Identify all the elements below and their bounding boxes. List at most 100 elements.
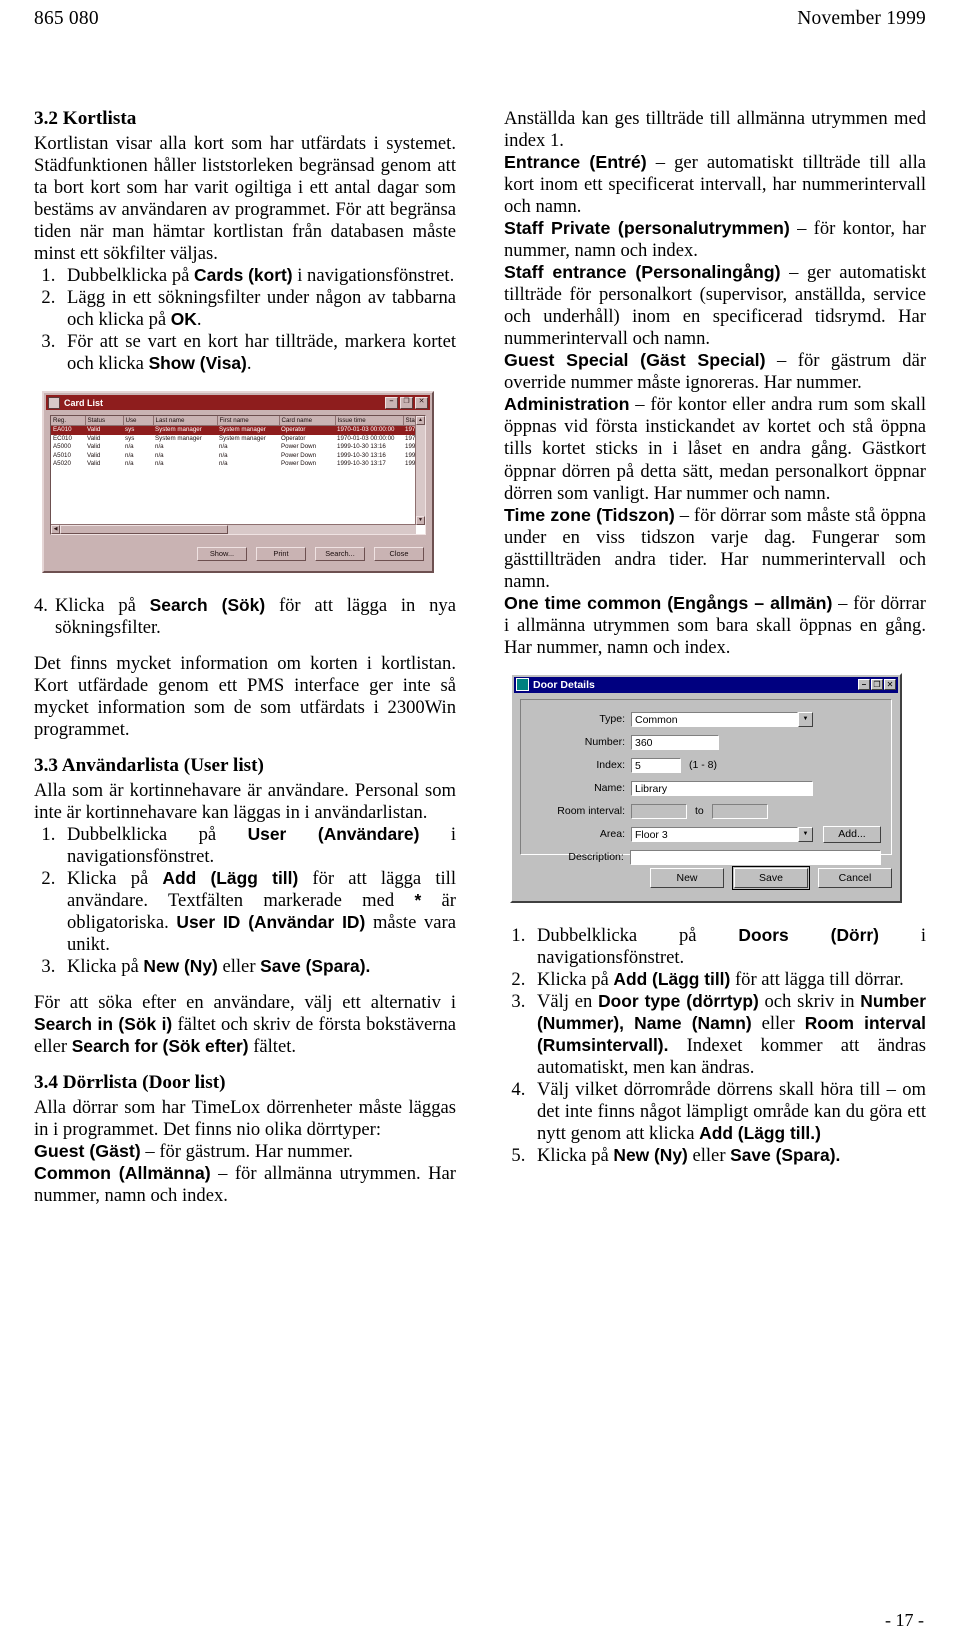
- list-item: För att se vart en kort har tillträde, m…: [60, 331, 456, 375]
- step-text-pre: Klicka på: [54, 595, 150, 616]
- doortype-staff-private: Staff Private (personalutrymmen) – för k…: [504, 218, 926, 262]
- list-item: Dubbelklicka på User (Användare) i navig…: [60, 824, 456, 868]
- column-header[interactable]: First name: [217, 416, 280, 426]
- step-text-pre: Dubbelklicka på: [537, 924, 739, 946]
- doortype-desc: – för gästrum. Har nummer.: [140, 1140, 353, 1162]
- step-text-post: för att lägga till dörrar.: [730, 968, 904, 990]
- doortype-common: Common (Allmänna) – för allmänna utrymme…: [34, 1163, 456, 1207]
- table-row[interactable]: A5020 Valid n/a n/a n/a Power Down 1999-…: [51, 460, 425, 469]
- door-details-window[interactable]: Door Details – ❐ ✕ Type: Common ▼ Number…: [510, 672, 902, 903]
- list-item: Dubbelklicka på Doors (Dörr) i navigatio…: [530, 925, 926, 969]
- description-label: Description:: [568, 851, 624, 864]
- window-system-menu-icon[interactable]: [516, 678, 529, 692]
- room-interval-to-input[interactable]: [711, 803, 768, 819]
- list-item: Välj vilket dörrområde dörrens skall hör…: [530, 1079, 926, 1145]
- column-header[interactable]: Issue time: [335, 416, 404, 426]
- text-pre: För att söka efter en användare, välj et…: [34, 992, 456, 1014]
- step-text-pre: För att se vart en kort har tillträde, m…: [67, 330, 456, 374]
- column-header[interactable]: Card name: [279, 416, 336, 426]
- steps-list-doors: Dubbelklicka på Doors (Dörr) i navigatio…: [504, 925, 926, 1167]
- list-item: Klicka på New (Ny) eller Save (Spara).: [530, 1145, 926, 1167]
- cell: System manager: [153, 425, 217, 435]
- scroll-down-arrow-icon[interactable]: ▼: [416, 516, 425, 525]
- close-icon[interactable]: ✕: [415, 396, 428, 409]
- chevron-down-icon[interactable]: ▼: [798, 826, 813, 842]
- show-button[interactable]: Show...: [197, 547, 247, 561]
- ui-term: New (Ny): [143, 956, 218, 977]
- table-row[interactable]: A5000 Valid n/a n/a n/a Power Down 1999-…: [51, 443, 425, 452]
- table-row[interactable]: A5010 Valid n/a n/a n/a Power Down 1999-…: [51, 451, 425, 461]
- page-number: - 17 -: [885, 1610, 924, 1630]
- doortype-one-time-common: One time common (Engångs – allmän) – för…: [504, 593, 926, 659]
- column-header[interactable]: Last name: [153, 416, 218, 426]
- table-header-row: Reg. Status Use Last name First name Car…: [51, 416, 425, 426]
- search-button[interactable]: Search...: [315, 547, 365, 561]
- add-area-button[interactable]: Add...: [823, 825, 881, 843]
- list-item: Lägg in ett sökningsfilter under någon a…: [60, 287, 456, 331]
- name-label: Name:: [594, 782, 625, 795]
- new-button[interactable]: New: [650, 867, 724, 888]
- steps-list-3-2: Dubbelklicka på Cards (kort) i navigatio…: [34, 265, 456, 375]
- window-system-menu-icon[interactable]: [48, 396, 60, 409]
- scroll-left-arrow-icon[interactable]: ◀: [51, 525, 60, 534]
- cell: A5010: [53, 451, 71, 459]
- door-details-window-controls: – ❐ ✕: [858, 679, 896, 691]
- card-list-grid-area[interactable]: Reg. Status Use Last name First name Car…: [50, 415, 426, 535]
- cell: EC010: [53, 434, 72, 442]
- number-input[interactable]: 360: [631, 734, 719, 750]
- cell: System manager: [219, 434, 266, 442]
- cell: Valid: [87, 443, 101, 451]
- scroll-up-arrow-icon[interactable]: ▲: [416, 416, 425, 425]
- minimize-icon[interactable]: –: [385, 396, 398, 409]
- doc-number: 865 080: [34, 8, 99, 29]
- cell: Valid: [87, 451, 101, 459]
- type-value[interactable]: Common: [631, 711, 798, 727]
- para-anstallda: Anställda kan ges tillträde till allmänn…: [504, 108, 926, 152]
- card-list-window[interactable]: Card List – ❐ ✕ Reg. Status Use Last nam…: [42, 391, 434, 573]
- column-header[interactable]: Reg.: [51, 416, 86, 426]
- ui-term: Search (Sök): [149, 595, 266, 615]
- close-button[interactable]: Close: [374, 547, 424, 561]
- minimize-icon[interactable]: –: [858, 679, 870, 691]
- print-button[interactable]: Print: [256, 547, 306, 561]
- close-icon[interactable]: ✕: [884, 679, 896, 691]
- horizontal-scrollbar[interactable]: ◀: [51, 524, 416, 534]
- table-row[interactable]: EC010 Valid sys System manager System ma…: [51, 434, 425, 444]
- area-value[interactable]: Floor 3: [631, 826, 798, 842]
- area-combo[interactable]: Floor 3 ▼: [631, 826, 813, 842]
- table-row[interactable]: EA010 Valid sys System manager System ma…: [51, 425, 425, 435]
- index-input[interactable]: 5: [631, 757, 681, 773]
- cell: n/a: [219, 451, 228, 459]
- doortype-term: Guest Special (Gäst Special): [504, 350, 766, 371]
- cancel-button[interactable]: Cancel: [818, 867, 892, 888]
- save-button[interactable]: Save: [732, 865, 810, 890]
- list-item: Klicka på New (Ny) eller Save (Spara).: [60, 956, 456, 978]
- field-row-number: Number: 360: [521, 733, 881, 752]
- cell: n/a: [219, 460, 228, 468]
- heading-3-2: 3.2 Kortlista: [34, 108, 137, 129]
- type-combo[interactable]: Common ▼: [631, 711, 813, 727]
- cell: 1999-10-30 13:16: [337, 451, 386, 459]
- doortype-term: Staff entrance (Personalingång): [504, 262, 781, 283]
- column-header[interactable]: Use: [123, 416, 154, 426]
- step-text-pre: Klicka på: [537, 968, 614, 990]
- scrollbar-thumb[interactable]: [60, 525, 228, 534]
- doortype-term: Time zone (Tidszon): [504, 504, 675, 525]
- list-item: Klicka på Add (Lägg till) för att lägga …: [60, 868, 456, 956]
- maximize-icon[interactable]: ❐: [871, 679, 883, 691]
- cell: 1970-01-03 00:00:00: [337, 434, 395, 442]
- step-text-mid: och skriv in: [758, 990, 861, 1012]
- chevron-down-icon[interactable]: ▼: [798, 711, 813, 727]
- column-header[interactable]: Status: [85, 416, 124, 426]
- cell: 1999-10-30 13:16: [337, 443, 386, 451]
- text-post: fältet.: [248, 1036, 297, 1058]
- maximize-icon[interactable]: ❐: [400, 396, 413, 409]
- room-interval-from-input[interactable]: [631, 803, 687, 819]
- doortype-term: Common (Allmänna): [34, 1162, 211, 1183]
- ui-term: Door type (dörrtyp): [598, 990, 759, 1011]
- name-input[interactable]: Library: [631, 780, 813, 796]
- vertical-scrollbar[interactable]: ▲ ▼: [415, 416, 425, 525]
- door-details-title: Door Details: [533, 678, 595, 691]
- doc-date: November 1999: [797, 8, 926, 29]
- doortype-entrance: Entrance (Entré) – ger automatiskt tillt…: [504, 152, 926, 218]
